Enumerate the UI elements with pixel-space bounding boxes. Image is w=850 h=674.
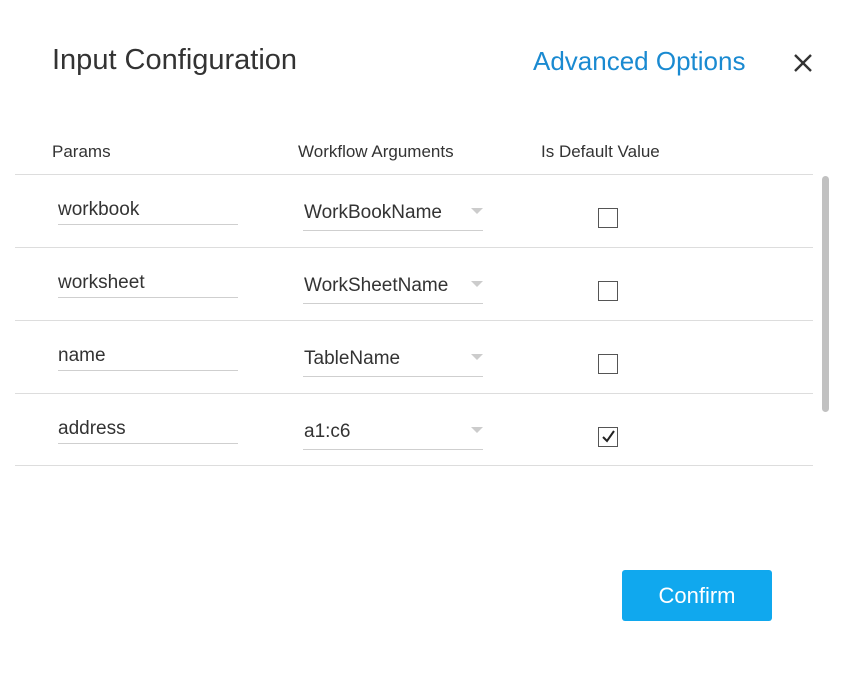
workflow-argument-value: WorkBookName	[304, 202, 442, 223]
workflow-arguments-column-header: Workflow Arguments	[298, 142, 454, 161]
table-row: TableName	[15, 321, 813, 393]
is-default-checkbox-worksheet[interactable]	[598, 281, 618, 301]
chevron-down-icon	[471, 427, 483, 433]
workflow-argument-select-worksheet[interactable]: WorkSheetName	[303, 270, 483, 304]
close-button[interactable]	[788, 48, 818, 78]
param-input-address[interactable]	[58, 414, 238, 444]
confirm-button[interactable]: Confirm	[622, 570, 772, 621]
is-default-checkbox-address[interactable]	[598, 427, 618, 447]
param-input-workbook[interactable]	[58, 195, 238, 225]
dialog-title: Input Configuration	[52, 44, 298, 76]
checkmark-icon	[602, 430, 615, 443]
params-column-header: Params	[52, 142, 111, 161]
param-input-name[interactable]	[58, 341, 238, 371]
table-row: a1:c6	[15, 394, 813, 466]
is-default-checkbox-workbook[interactable]	[598, 208, 618, 228]
workflow-argument-value: TableName	[304, 348, 401, 369]
row-divider	[15, 465, 813, 466]
table-row: WorkBookName	[15, 175, 813, 247]
is-default-value-column-header: Is Default Value	[541, 142, 660, 161]
table-scrollbar[interactable]	[820, 174, 830, 414]
close-icon	[788, 48, 818, 78]
is-default-checkbox-name[interactable]	[598, 354, 618, 374]
table-row: WorkSheetName	[15, 248, 813, 320]
param-input-worksheet[interactable]	[58, 268, 238, 298]
chevron-down-icon	[471, 281, 483, 287]
workflow-argument-value: WorkSheetName	[304, 275, 449, 296]
scrollbar-thumb[interactable]	[822, 176, 829, 412]
workflow-argument-select-name[interactable]: TableName	[303, 343, 483, 377]
chevron-down-icon	[471, 354, 483, 360]
chevron-down-icon	[471, 208, 483, 214]
workflow-argument-select-workbook[interactable]: WorkBookName	[303, 197, 483, 231]
workflow-argument-select-address[interactable]: a1:c6	[303, 416, 483, 450]
workflow-argument-value: a1:c6	[304, 421, 351, 442]
advanced-options-link[interactable]: Advanced Options	[533, 46, 745, 77]
input-configuration-dialog: Input Configuration Advanced Options Par…	[0, 0, 850, 674]
